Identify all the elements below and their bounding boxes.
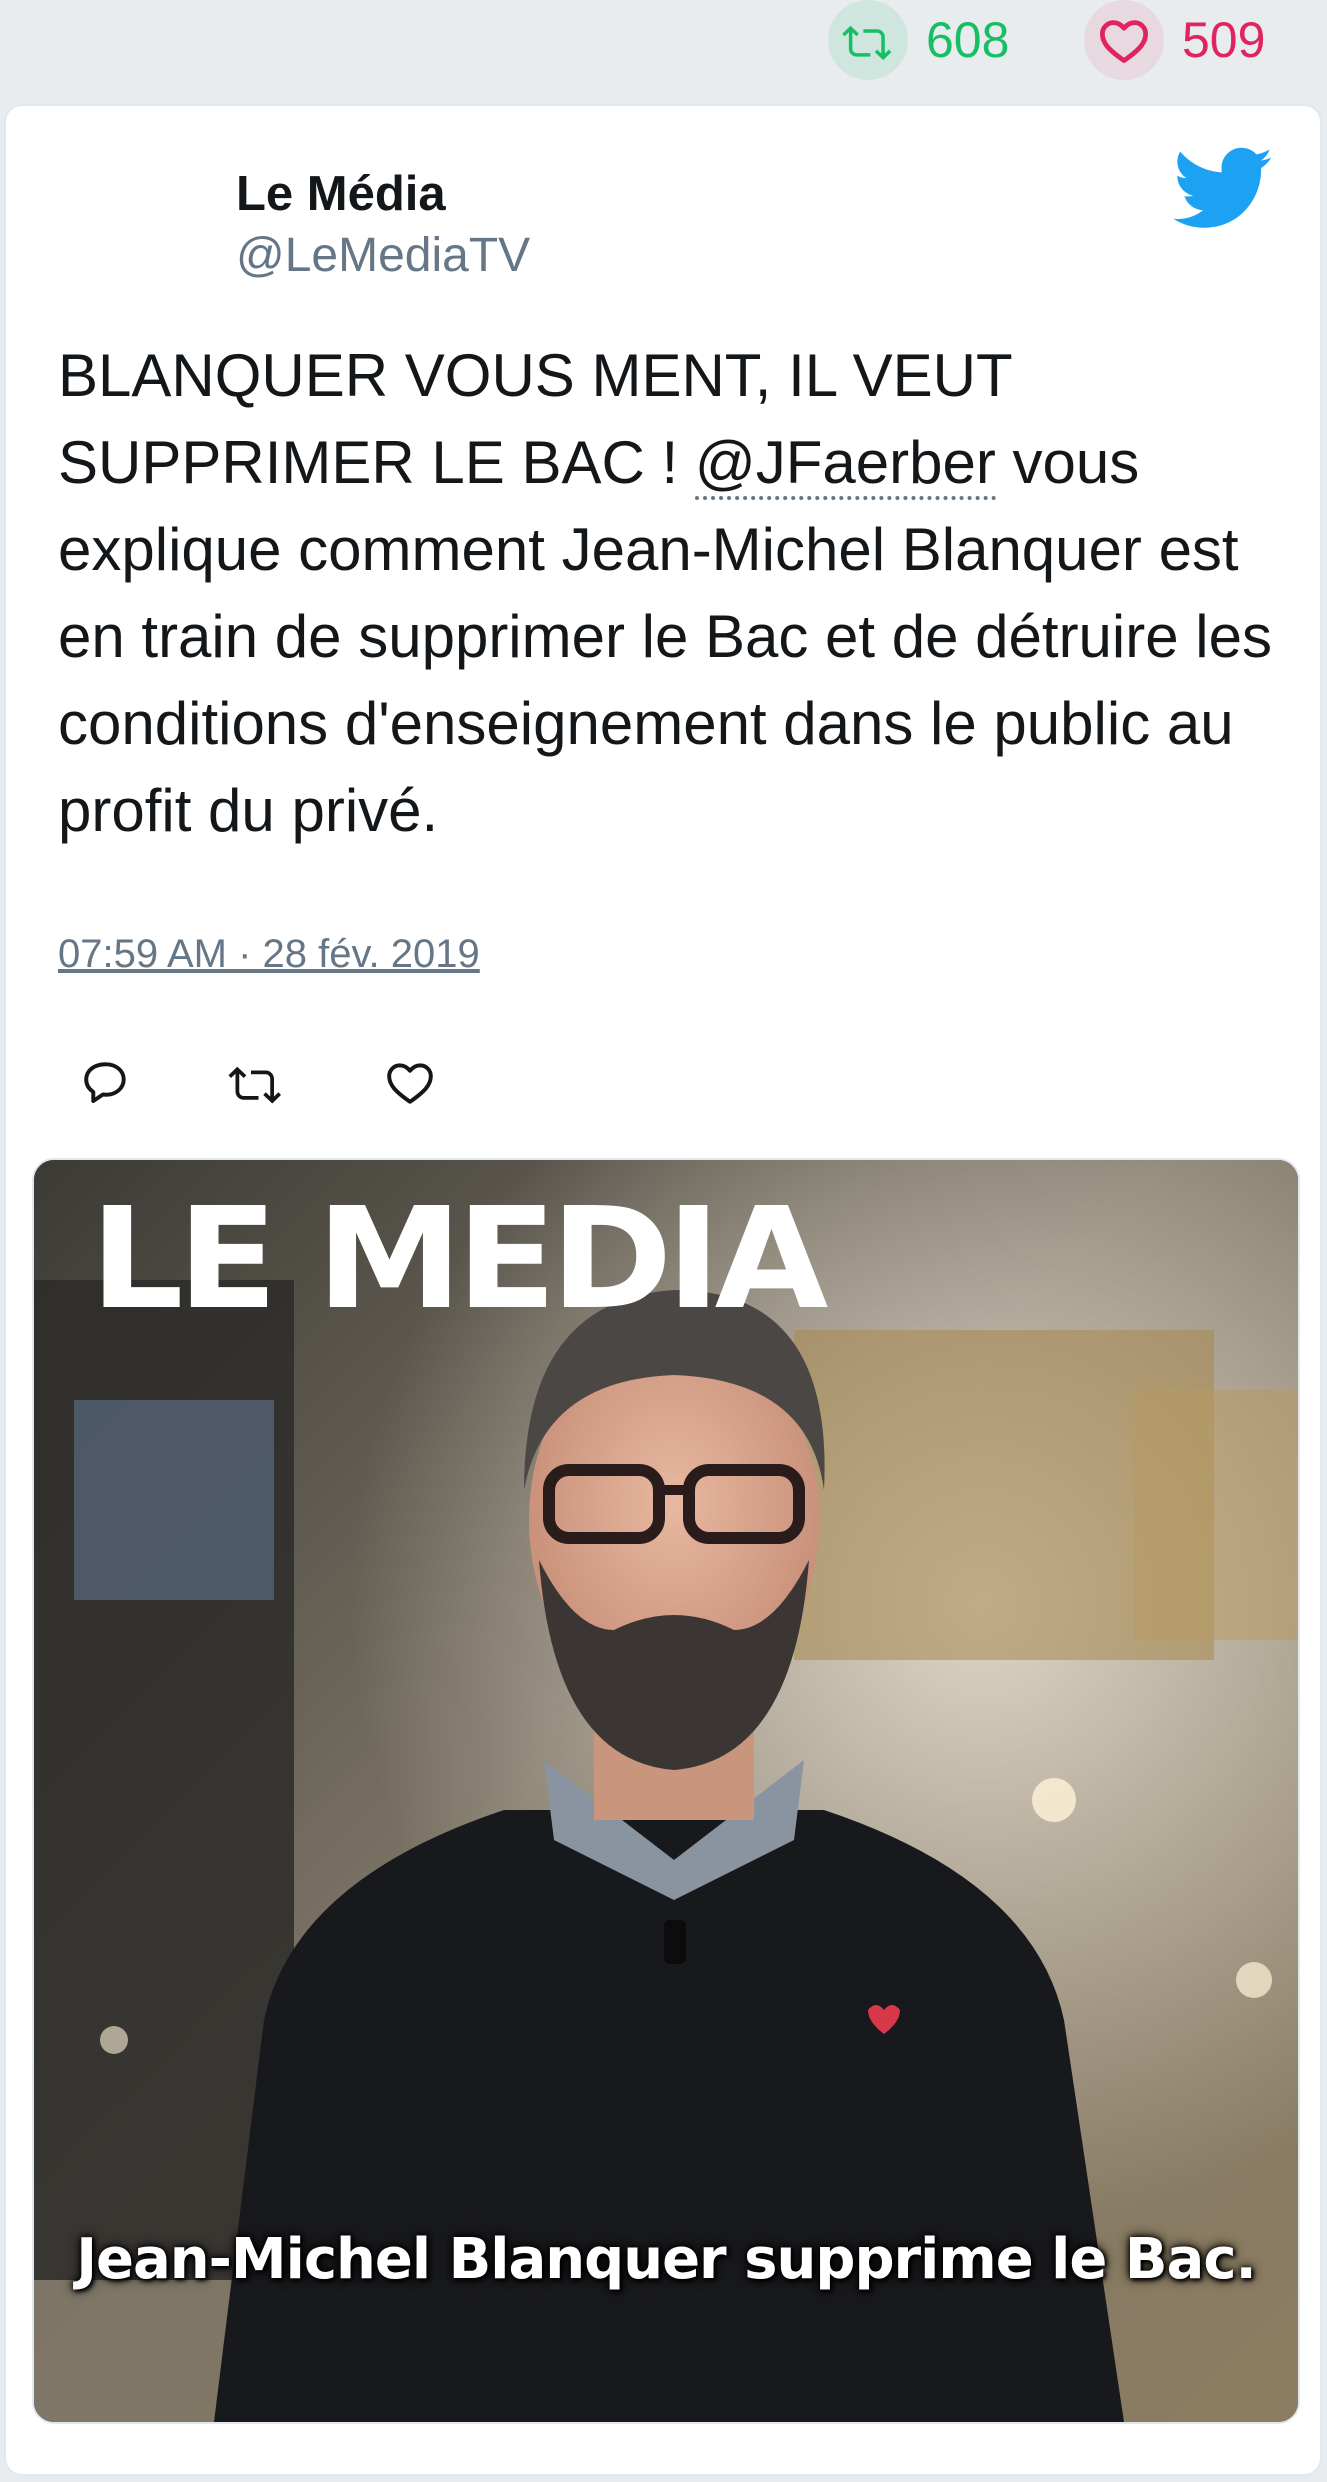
heart-icon: [1084, 0, 1164, 80]
retweet-icon: [226, 1057, 286, 1112]
video-preview[interactable]: LE MEDIA Jean-Michel Blanquer supprime l…: [32, 1158, 1300, 2424]
like-button[interactable]: [378, 1052, 442, 1116]
media-logo: LE MEDIA: [90, 1178, 828, 1341]
like-stat[interactable]: 509: [1084, 0, 1265, 80]
twitter-bird-icon[interactable]: [1173, 146, 1274, 232]
heart-icon: [385, 1058, 435, 1111]
author-handle[interactable]: @LeMediaTV: [236, 228, 530, 283]
like-count: 509: [1182, 12, 1266, 68]
engagement-stats: 608 509: [0, 0, 1327, 90]
retweet-count: 608: [926, 12, 1010, 68]
tweet-card: Le Média @LeMediaTV BLANQUER VOUS MENT, …: [4, 104, 1322, 2476]
video-caption: Jean-Michel Blanquer supprime le Bac.: [76, 2227, 1257, 2292]
reply-icon: [81, 1057, 131, 1112]
reply-button[interactable]: [74, 1052, 138, 1116]
mention-link[interactable]: @JFaerber: [694, 429, 996, 500]
retweet-button[interactable]: [224, 1052, 288, 1116]
tweet-text: BLANQUER VOUS MENT, IL VEUT SUPPRIMER LE…: [58, 332, 1298, 854]
page: 608 509 Le Média @LeMediaTV BLANQUER VOU…: [0, 0, 1327, 2482]
author-name[interactable]: Le Média: [236, 166, 446, 222]
tweet-timestamp[interactable]: 07:59 AM · 28 fév. 2019: [58, 932, 480, 977]
avatar[interactable]: [58, 166, 158, 266]
retweet-icon: [828, 0, 908, 80]
tweet-actions: [58, 1052, 558, 1122]
retweet-stat[interactable]: 608: [828, 0, 1009, 80]
